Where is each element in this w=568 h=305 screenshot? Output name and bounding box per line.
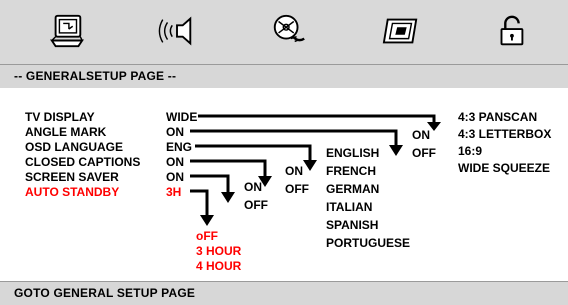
menu-label-angle-mark[interactable]: ANGLE MARK — [25, 125, 106, 139]
menu-label-osd-language[interactable]: OSD LANGUAGE — [25, 140, 123, 154]
page-title: -- GENERALSETUP PAGE -- — [14, 69, 177, 83]
preference-lock-icon[interactable] — [492, 12, 530, 50]
value-angle-mark: ON — [166, 125, 184, 139]
option-tv-display: WIDE SQUEEZE — [458, 161, 551, 175]
menu-label-tv-display[interactable]: TV DISPLAY — [25, 110, 95, 124]
setup-toolbar — [0, 0, 568, 64]
general-setup-icon[interactable] — [48, 12, 86, 50]
option-osd-language: ENGLISH — [326, 146, 380, 160]
option-osd-language: PORTUGUESE — [326, 236, 411, 250]
value-closed-captions: ON — [166, 155, 184, 169]
option-tv-display: 16:9 — [458, 144, 483, 158]
option-tv-display: 4:3 LETTERBOX — [458, 127, 552, 141]
option-screen-saver: OFF — [244, 198, 268, 212]
value-osd-language: ENG — [166, 140, 193, 154]
page-title-bar: -- GENERALSETUP PAGE -- — [0, 64, 568, 88]
option-angle-mark: ON — [412, 128, 430, 142]
value-auto-standby: 3H — [166, 185, 182, 199]
option-closed-captions: ON — [285, 164, 303, 178]
option-auto-standby: oFF — [196, 229, 218, 243]
option-osd-language: ITALIAN — [326, 200, 373, 214]
menu-label-auto-standby[interactable]: AUTO STANDBY — [25, 185, 119, 199]
option-screen-saver: ON — [244, 180, 262, 194]
option-osd-language: GERMAN — [326, 182, 380, 196]
value-screen-saver: ON — [166, 170, 184, 184]
option-tv-display: 4:3 PANSCAN — [458, 110, 538, 124]
value-tv-display: WIDE — [166, 110, 198, 124]
audio-setup-icon[interactable] — [158, 12, 196, 50]
option-osd-language: FRENCH — [326, 164, 376, 178]
footer-bar: GOTO GENERAL SETUP PAGE — [0, 281, 568, 305]
footer-text: GOTO GENERAL SETUP PAGE — [14, 286, 196, 300]
option-auto-standby: 3 HOUR — [196, 244, 242, 258]
dolby-setup-icon[interactable] — [270, 12, 308, 50]
option-angle-mark: OFF — [412, 146, 436, 160]
menu-label-screen-saver[interactable]: SCREEN SAVER — [25, 170, 119, 184]
option-auto-standby: 4 HOUR — [196, 259, 242, 273]
menu-label-closed-captions[interactable]: CLOSED CAPTIONS — [25, 155, 140, 169]
option-closed-captions: OFF — [285, 182, 309, 196]
option-osd-language: SPANISH — [326, 218, 379, 232]
video-setup-icon[interactable] — [382, 12, 420, 50]
